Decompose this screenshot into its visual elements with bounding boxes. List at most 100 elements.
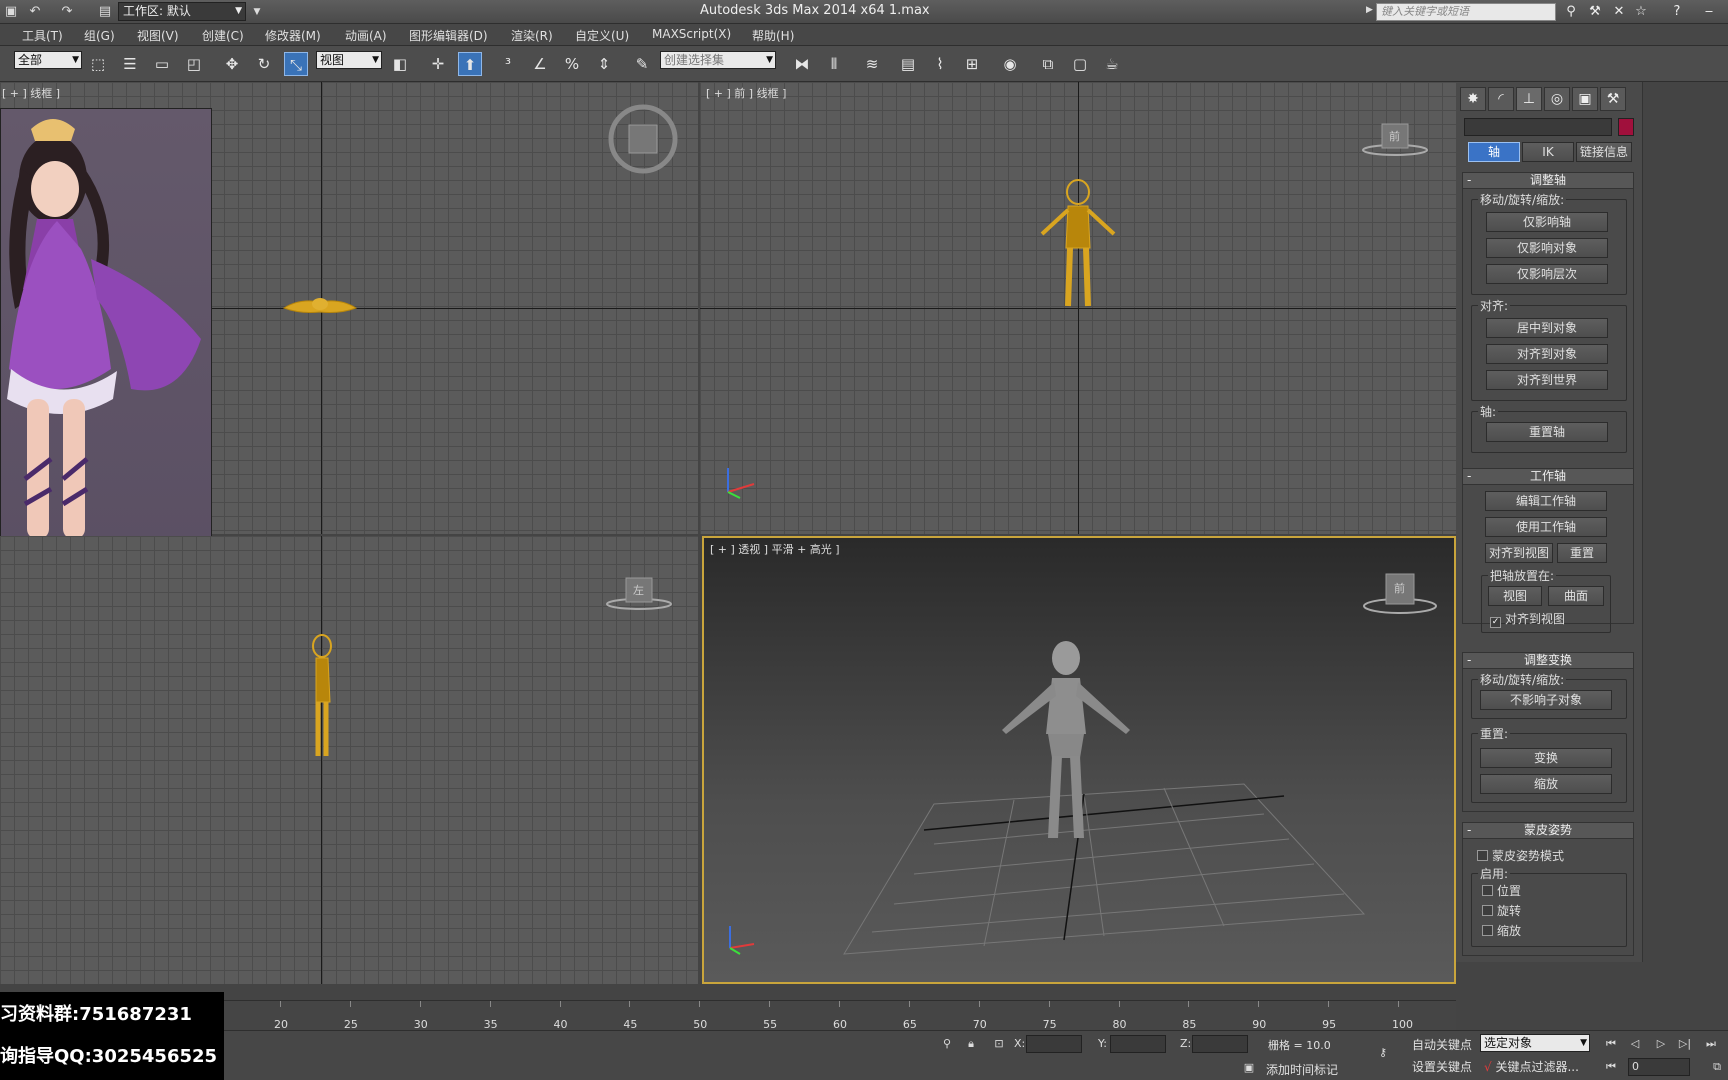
menu-help[interactable]: 帮助(H) [752, 27, 794, 44]
favorites-star-icon[interactable]: ☆ [1632, 3, 1650, 21]
affect-pivot-only-button[interactable]: 仅影响轴 [1486, 212, 1608, 232]
menu-maxscript[interactable]: MAXScript(X) [652, 27, 731, 41]
select-object-icon[interactable]: ⬚ [86, 52, 110, 76]
absolute-mode-icon[interactable]: ⊡ [990, 1035, 1008, 1053]
viewport-top-label[interactable]: [ + ] 线框 ] [2, 85, 60, 101]
rollout-adjust-pivot-header[interactable]: - 调整轴 [1463, 173, 1633, 189]
search-expand-icon[interactable]: ▶ [1366, 5, 1373, 15]
place-pivot-surface-button[interactable]: 曲面 [1548, 586, 1604, 606]
save-icon[interactable]: ▣ [2, 3, 20, 21]
menu-customize[interactable]: 自定义(U) [575, 27, 629, 44]
project-folder-icon[interactable]: ▤ [96, 3, 114, 21]
character-base-mesh[interactable] [996, 638, 1136, 848]
motion-tab-icon[interactable]: ◎ [1544, 87, 1570, 111]
add-time-tag-button[interactable]: 添加时间标记 [1266, 1061, 1338, 1078]
render-setup-icon[interactable]: ⧉ [1036, 52, 1060, 76]
schematic-view-icon[interactable]: ⊞ [960, 52, 984, 76]
viewcube-steering-wheel[interactable] [608, 104, 678, 174]
center-to-object-button[interactable]: 居中到对象 [1486, 318, 1608, 338]
previous-frame-icon[interactable]: ◁ [1626, 1035, 1644, 1053]
viewcube-perspective-face[interactable]: 前 [1394, 580, 1405, 596]
workspace-select[interactable]: 工作区: 默认 ▼ [118, 2, 246, 21]
auto-key-button[interactable]: 自动关键点 [1412, 1036, 1472, 1053]
object-color-swatch[interactable] [1618, 118, 1634, 136]
edit-named-selection-icon[interactable]: ✎ [630, 52, 654, 76]
menu-group[interactable]: 组(G) [84, 27, 115, 44]
go-to-end-icon[interactable]: ⏭ [1702, 1035, 1720, 1053]
edit-working-pivot-button[interactable]: 编辑工作轴 [1485, 491, 1607, 511]
use-working-pivot-button[interactable]: 使用工作轴 [1485, 517, 1607, 537]
binoculars-icon[interactable]: ⚲ [1562, 3, 1580, 21]
menu-tools[interactable]: 工具(T) [22, 27, 63, 44]
redo-icon[interactable]: ↷ [58, 3, 76, 21]
rotation-checkbox[interactable]: 旋转 [1482, 902, 1521, 919]
place-pivot-view-button[interactable]: 视图 [1488, 586, 1542, 606]
time-configuration-icon[interactable]: ⧉ [1708, 1058, 1726, 1076]
material-editor-icon[interactable]: ◉ [998, 52, 1022, 76]
key-filters-button[interactable]: √ 关键点过滤器... [1484, 1058, 1579, 1075]
viewport-perspective[interactable]: [ + ] 透视 ] 平滑 + 高光 ] 前 [702, 536, 1456, 984]
align-to-view-checkbox[interactable]: ✓ 对齐到视图 [1490, 610, 1565, 628]
viewcube-left-face[interactable]: 左 [633, 582, 644, 598]
set-key-button[interactable]: 设置关键点 [1412, 1058, 1472, 1075]
menu-views[interactable]: 视图(V) [137, 27, 179, 44]
keyboard-shortcut-override-icon[interactable]: ⬆ [458, 52, 482, 76]
viewport-perspective-label[interactable]: [ + ] 透视 ] 平滑 + 高光 ] [710, 541, 840, 557]
viewcube-front-face[interactable]: 前 [1389, 128, 1400, 144]
align-to-object-button[interactable]: 对齐到对象 [1486, 344, 1608, 364]
viewcube-left[interactable]: 左 [604, 574, 672, 614]
align-to-view-button[interactable]: 对齐到视图 [1485, 543, 1553, 563]
named-selection-set-select[interactable]: 创建选择集 ▼ [660, 51, 776, 69]
reset-pivot-button[interactable]: 重置轴 [1486, 422, 1608, 442]
play-icon[interactable]: ▷ [1652, 1035, 1670, 1053]
left-view-character-wireframe[interactable] [304, 632, 340, 762]
viewcube-perspective[interactable]: 前 [1360, 572, 1437, 614]
menu-modifiers[interactable]: 修改器(M) [265, 27, 321, 44]
dont-affect-children-button[interactable]: 不影响子对象 [1480, 690, 1612, 710]
y-coordinate-input[interactable] [1110, 1035, 1166, 1053]
menu-rendering[interactable]: 渲染(R) [511, 27, 553, 44]
isolate-selection-icon[interactable]: ⚲ [938, 1035, 956, 1053]
layer-manager-icon[interactable]: ≋ [860, 52, 884, 76]
object-name-field[interactable] [1464, 118, 1612, 136]
rendered-frame-window-icon[interactable]: ▢ [1068, 52, 1092, 76]
affect-object-only-button[interactable]: 仅影响对象 [1486, 238, 1608, 258]
top-view-character-wireframe[interactable] [280, 292, 360, 322]
display-tab-icon[interactable]: ▣ [1572, 87, 1598, 111]
viewcube-front[interactable]: 前 [1360, 120, 1428, 160]
undo-icon[interactable]: ↶ [26, 3, 44, 21]
spinner-snap-icon[interactable]: ⇕ [592, 52, 616, 76]
key-mode-toggle-icon[interactable]: ⏮ [1602, 1058, 1620, 1076]
render-production-icon[interactable]: ☕ [1100, 52, 1124, 76]
rotate-icon[interactable]: ↻ [252, 52, 276, 76]
front-view-character-wireframe[interactable] [1038, 178, 1118, 308]
subscription-icon[interactable]: ⚒ [1586, 3, 1604, 21]
tab-ik[interactable]: IK [1522, 142, 1574, 162]
minimize-icon[interactable]: ‒ [1700, 3, 1718, 21]
scale-icon[interactable]: ⤡ [284, 52, 308, 76]
tab-pivot[interactable]: 轴 [1468, 142, 1520, 162]
move-icon[interactable]: ✥ [220, 52, 244, 76]
reset-scale-button[interactable]: 缩放 [1480, 774, 1612, 794]
z-coordinate-input[interactable] [1192, 1035, 1248, 1053]
angle-snap-icon[interactable]: ∠ [528, 52, 552, 76]
selection-lock-icon[interactable]: 🔒︎ [962, 1035, 980, 1053]
search-input[interactable]: 键入关键字或短语 [1376, 3, 1556, 21]
pivot-center-icon[interactable]: ◧ [388, 52, 412, 76]
align-to-world-button[interactable]: 对齐到世界 [1486, 370, 1608, 390]
selection-filter-select[interactable]: 全部 ▼ [14, 51, 82, 69]
viewport-front-label[interactable]: [ + ] 前 ] 线框 ] [706, 85, 786, 101]
current-frame-input[interactable]: 0 [1628, 1058, 1690, 1076]
percent-snap-icon[interactable]: % [560, 52, 584, 76]
rectangular-selection-icon[interactable]: ▭ [150, 52, 174, 76]
reference-coordinate-select[interactable]: 视图 ▼ [316, 51, 382, 69]
key-icon[interactable]: ⚷ [1374, 1044, 1392, 1062]
reset-transform-button[interactable]: 变换 [1480, 748, 1612, 768]
curve-editor-icon[interactable]: ⌇ [928, 52, 952, 76]
skin-pose-mode-checkbox[interactable]: 蒙皮姿势模式 [1477, 847, 1564, 864]
key-mode-select[interactable]: 选定对象 ▼ [1480, 1034, 1590, 1052]
align-icon[interactable]: ⫴ [822, 52, 846, 76]
workspace-dropdown-icon[interactable]: ▼ [248, 3, 266, 21]
menu-animation[interactable]: 动画(A) [345, 27, 387, 44]
snaps-toggle-icon[interactable]: ³ [496, 52, 520, 76]
